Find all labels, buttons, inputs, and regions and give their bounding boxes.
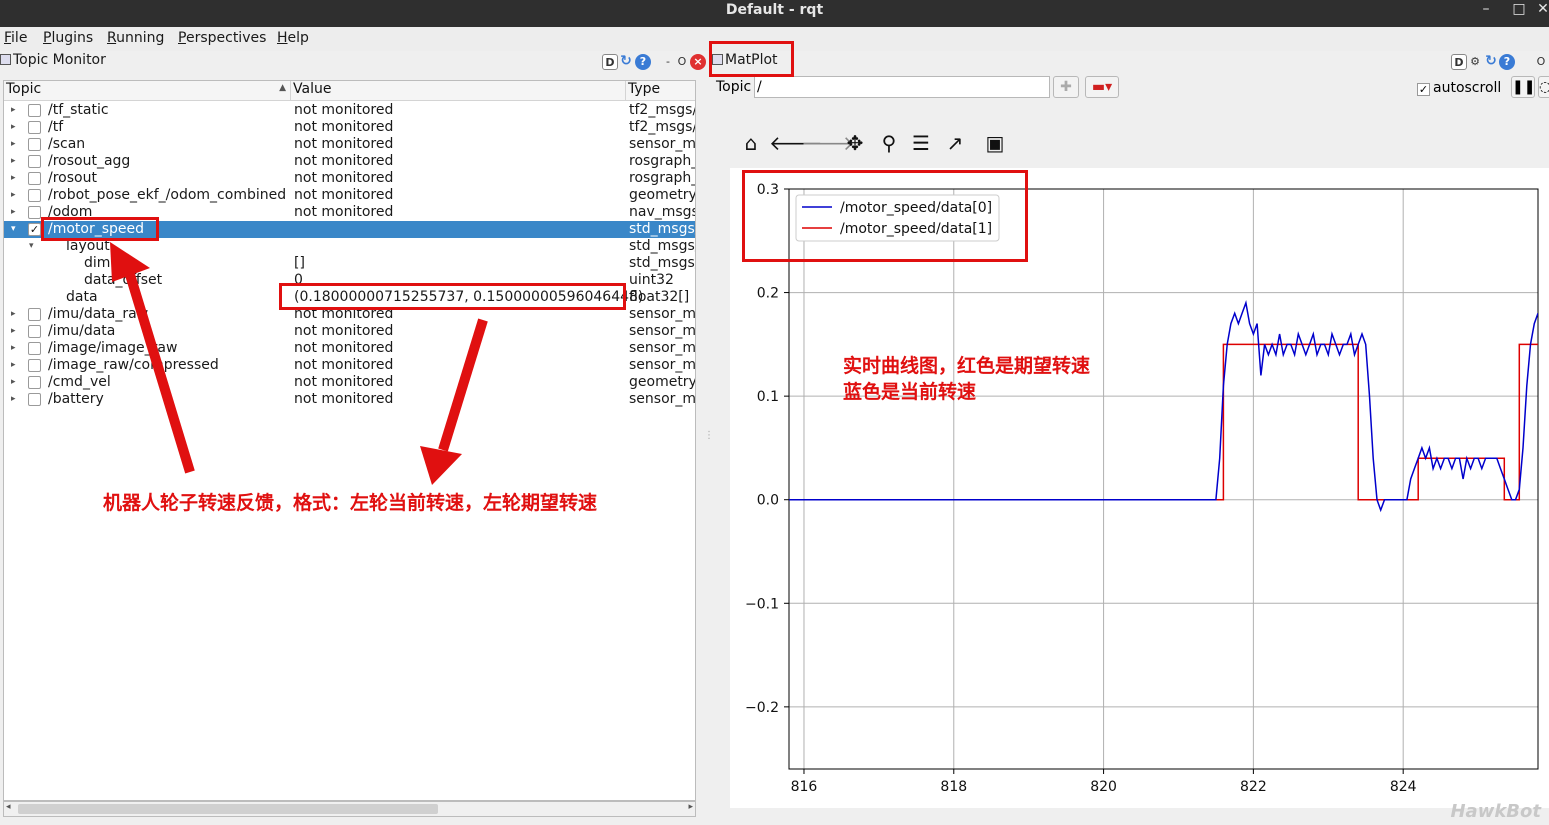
watermark-text: HawkBot — [1450, 801, 1541, 822]
annotation-arrows — [110, 242, 488, 485]
curve-annotation-line2: 蓝色是当前转速 — [843, 381, 977, 403]
arrow-to-motor-speed — [123, 266, 195, 474]
arrow-to-data — [438, 318, 488, 452]
curve-annotation-line1: 实时曲线图，红色是期望转速 — [843, 355, 1091, 377]
feedback-annotation-text: 机器人轮子转速反馈，格式：左轮当前转速，左轮期望转速 — [103, 492, 598, 514]
arrow-head-down — [420, 446, 462, 485]
